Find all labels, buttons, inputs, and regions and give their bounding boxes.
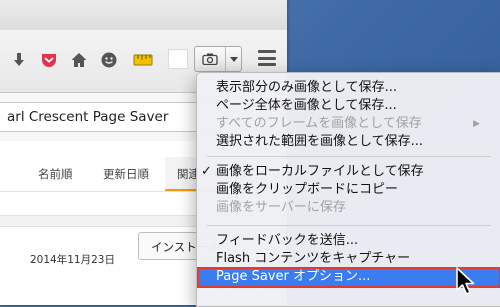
tab-name-order[interactable]: 名前順 xyxy=(38,166,73,182)
page-saver-button[interactable] xyxy=(194,46,242,72)
release-date: 2014年11月23日 xyxy=(30,254,115,266)
menu-item-label: すべてのフレームを画像として保存 xyxy=(216,116,422,131)
mouse-cursor-icon xyxy=(456,267,475,295)
camera-icon[interactable] xyxy=(195,47,226,71)
ruler-icon[interactable] xyxy=(132,49,154,71)
menu-item-label: 画像をローカルファイルとして保存 xyxy=(216,164,424,179)
tab-updated-order[interactable]: 更新日順 xyxy=(103,166,149,182)
menu-separator xyxy=(207,225,491,226)
menu-item-save-all-frames: すべてのフレームを画像として保存 ▶ xyxy=(198,115,500,133)
menu-item-save-local-file[interactable]: ✓ 画像をローカルファイルとして保存 xyxy=(198,163,500,181)
title-bar xyxy=(0,0,287,31)
chevron-down-icon[interactable] xyxy=(226,47,241,71)
checkmark-icon: ✓ xyxy=(201,164,212,179)
menu-separator xyxy=(207,156,491,157)
menu-item-send-feedback[interactable]: フィードバックを送信... xyxy=(198,232,500,250)
pocket-icon[interactable] xyxy=(38,49,60,71)
submenu-arrow-icon: ▶ xyxy=(473,119,480,129)
hello-icon[interactable] xyxy=(98,49,120,71)
menu-item-save-server: 画像をサーバーに保存 xyxy=(216,200,346,215)
download-icon[interactable] xyxy=(8,49,30,71)
blank-toolbar-button[interactable] xyxy=(168,49,188,69)
menu-item-save-visible[interactable]: 表示部分のみ画像として保存... xyxy=(198,79,500,97)
home-icon[interactable] xyxy=(68,49,90,71)
hamburger-menu-icon[interactable] xyxy=(258,50,276,66)
menu-item-save-selection[interactable]: 選択された範囲を画像として保存... xyxy=(198,133,500,151)
menu-item-copy-clipboard[interactable]: 画像をクリップボードにコピー xyxy=(198,181,500,199)
menu-item-save-entire-page[interactable]: ページ全体を画像として保存... xyxy=(198,97,500,115)
